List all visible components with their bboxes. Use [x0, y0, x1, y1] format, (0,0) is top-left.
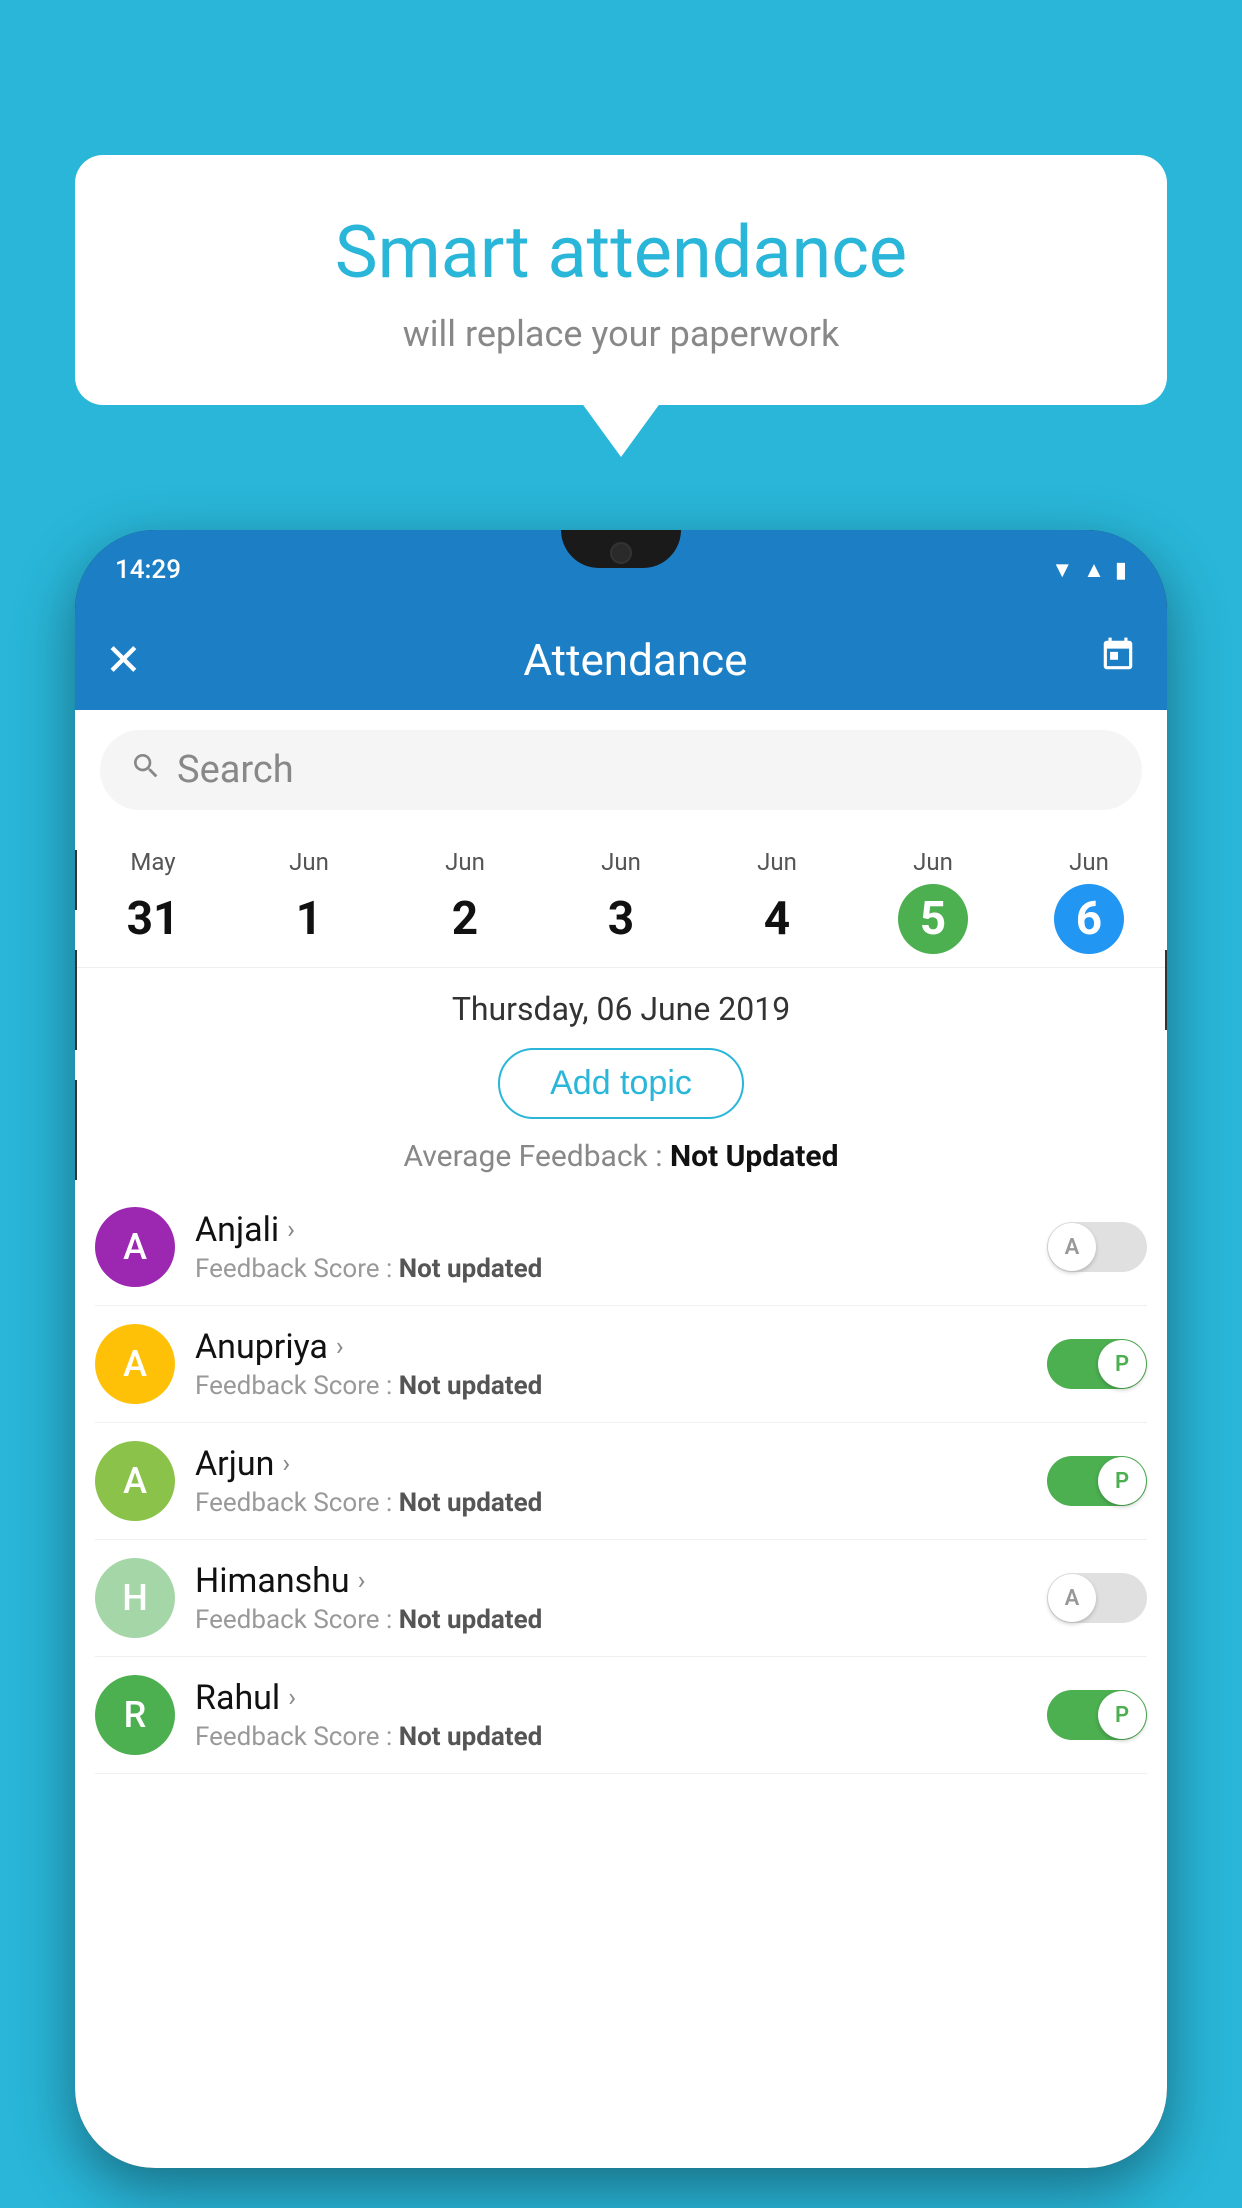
attendance-toggle[interactable]: P [1047, 1690, 1147, 1740]
student-name[interactable]: Arjun › [195, 1444, 1027, 1484]
student-name[interactable]: Rahul › [195, 1678, 1027, 1718]
calendar-day[interactable]: Jun 3 [543, 840, 699, 962]
cal-date-number[interactable]: 2 [430, 884, 500, 954]
student-info: Anjali › Feedback Score : Not updated [195, 1210, 1027, 1284]
app-bar: ✕ Attendance [75, 610, 1167, 710]
cal-date-number[interactable]: 1 [274, 884, 344, 954]
battery-icon: ▮ [1115, 558, 1127, 583]
phone-frame: 14:29 ▼ ▲ ▮ ✕ Attendance Search [75, 530, 1167, 2168]
cal-date-number[interactable]: 5 [898, 884, 968, 954]
student-feedback: Feedback Score : Not updated [195, 1254, 1027, 1284]
power-button [1165, 950, 1167, 1030]
selected-date: Thursday, 06 June 2019 [75, 968, 1167, 1040]
student-avatar: H [95, 1558, 175, 1638]
student-avatar: A [95, 1324, 175, 1404]
student-name[interactable]: Himanshu › [195, 1561, 1027, 1601]
calendar-day[interactable]: Jun 2 [387, 840, 543, 962]
toggle-knob: P [1098, 1457, 1146, 1505]
speech-bubble-title: Smart attendance [135, 210, 1107, 295]
feedback-summary: Average Feedback : Not Updated [75, 1139, 1167, 1189]
feedback-value: Not Updated [670, 1139, 839, 1174]
calendar-day[interactable]: May 31 [75, 840, 231, 962]
cal-month-label: Jun [859, 848, 1007, 876]
search-bar[interactable]: Search [100, 730, 1142, 810]
status-bar: 14:29 ▼ ▲ ▮ [75, 530, 1167, 610]
cal-month-label: Jun [1015, 848, 1163, 876]
attendance-toggle[interactable]: A [1047, 1573, 1147, 1623]
camera [610, 542, 632, 564]
cal-month-label: Jun [391, 848, 539, 876]
status-icons: ▼ ▲ ▮ [1051, 557, 1127, 583]
toggle-knob: A [1048, 1574, 1096, 1622]
chevron-right-icon: › [287, 1215, 295, 1245]
student-feedback: Feedback Score : Not updated [195, 1722, 1027, 1752]
student-info: Arjun › Feedback Score : Not updated [195, 1444, 1027, 1518]
calendar-strip: May 31 Jun 1 Jun 2 Jun 3 Jun 4 Jun 5 Jun 6 [75, 830, 1167, 968]
add-topic-button[interactable]: Add topic [498, 1048, 744, 1119]
feedback-label: Average Feedback : [404, 1139, 663, 1174]
search-placeholder[interactable]: Search [177, 748, 294, 792]
calendar-day[interactable]: Jun 6 [1011, 840, 1167, 962]
cal-date-number[interactable]: 3 [586, 884, 656, 954]
screen-content: Search May 31 Jun 1 Jun 2 Jun 3 Jun 4 Jun 5 Jun 6 Thu… [75, 710, 1167, 2168]
student-item[interactable]: R Rahul › Feedback Score : Not updated P [95, 1657, 1147, 1774]
calendar-icon[interactable] [1099, 636, 1137, 684]
chevron-right-icon: › [336, 1332, 344, 1362]
student-item[interactable]: A Anupriya › Feedback Score : Not updated P [95, 1306, 1147, 1423]
volume-up-button [75, 950, 77, 1050]
student-avatar: A [95, 1207, 175, 1287]
cal-month-label: Jun [235, 848, 383, 876]
student-avatar: R [95, 1675, 175, 1755]
status-time: 14:29 [115, 555, 181, 585]
cal-month-label: Jun [703, 848, 851, 876]
toggle-knob: A [1048, 1223, 1096, 1271]
student-feedback: Feedback Score : Not updated [195, 1371, 1027, 1401]
student-info: Himanshu › Feedback Score : Not updated [195, 1561, 1027, 1635]
attendance-toggle[interactable]: P [1047, 1456, 1147, 1506]
calendar-day[interactable]: Jun 4 [699, 840, 855, 962]
cal-month-label: May [79, 848, 227, 876]
wifi-icon: ▼ [1051, 557, 1073, 583]
app-bar-title: Attendance [172, 634, 1099, 686]
search-icon [130, 749, 162, 791]
notch [561, 530, 681, 568]
attendance-toggle[interactable]: A [1047, 1222, 1147, 1272]
speech-bubble: Smart attendance will replace your paper… [75, 155, 1167, 405]
student-name[interactable]: Anjali › [195, 1210, 1027, 1250]
chevron-right-icon: › [358, 1566, 366, 1596]
cal-date-number[interactable]: 4 [742, 884, 812, 954]
volume-down-button [75, 1080, 77, 1180]
student-item[interactable]: A Anjali › Feedback Score : Not updated A [95, 1189, 1147, 1306]
student-list: AAnjali ›Feedback Score : Not updatedAAA… [75, 1189, 1167, 1774]
cal-date-number[interactable]: 6 [1054, 884, 1124, 954]
student-avatar: A [95, 1441, 175, 1521]
speech-bubble-subtitle: will replace your paperwork [135, 313, 1107, 355]
cal-date-number[interactable]: 31 [118, 884, 188, 954]
cal-month-label: Jun [547, 848, 695, 876]
student-feedback: Feedback Score : Not updated [195, 1488, 1027, 1518]
student-item[interactable]: A Arjun › Feedback Score : Not updated P [95, 1423, 1147, 1540]
student-item[interactable]: H Himanshu › Feedback Score : Not updated A [95, 1540, 1147, 1657]
chevron-right-icon: › [288, 1683, 296, 1713]
student-info: Rahul › Feedback Score : Not updated [195, 1678, 1027, 1752]
student-name[interactable]: Anupriya › [195, 1327, 1027, 1367]
student-feedback: Feedback Score : Not updated [195, 1605, 1027, 1635]
close-button[interactable]: ✕ [105, 634, 142, 686]
volume-mute-button [75, 850, 77, 910]
toggle-knob: P [1098, 1691, 1146, 1739]
signal-icon: ▲ [1083, 557, 1105, 583]
student-info: Anupriya › Feedback Score : Not updated [195, 1327, 1027, 1401]
chevron-right-icon: › [282, 1449, 290, 1479]
calendar-day[interactable]: Jun 1 [231, 840, 387, 962]
toggle-knob: P [1098, 1340, 1146, 1388]
calendar-day[interactable]: Jun 5 [855, 840, 1011, 962]
attendance-toggle[interactable]: P [1047, 1339, 1147, 1389]
